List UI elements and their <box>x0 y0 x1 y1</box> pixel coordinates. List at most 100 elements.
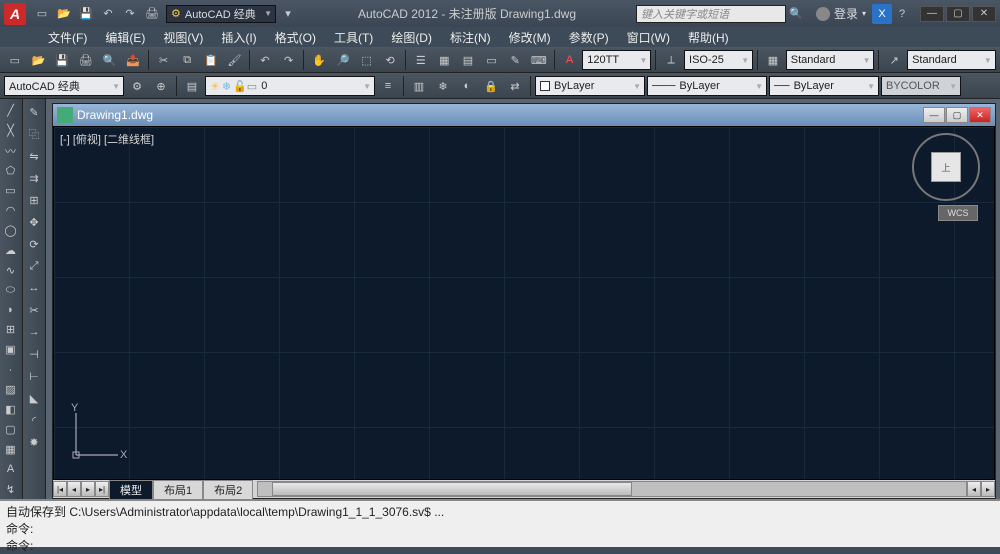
menu-window[interactable]: 窗口(W) <box>619 27 678 48</box>
scrollbar-thumb[interactable] <box>272 482 632 496</box>
menu-draw[interactable]: 绘图(D) <box>383 27 440 48</box>
region-icon[interactable]: ▢ <box>0 420 21 440</box>
workspace-settings-icon[interactable]: ⚙ <box>126 75 148 97</box>
move-icon[interactable]: ✥ <box>23 211 45 233</box>
menu-file[interactable]: 文件(F) <box>40 27 95 48</box>
line-icon[interactable]: ╱ <box>0 101 21 121</box>
paste-icon[interactable]: 📋 <box>200 49 222 71</box>
extend-icon[interactable]: → <box>23 321 45 343</box>
properties-icon[interactable]: ☰ <box>410 49 432 71</box>
rotate-icon[interactable]: ⟳ <box>23 233 45 255</box>
gradient-icon[interactable]: ◧ <box>0 400 21 420</box>
menu-modify[interactable]: 修改(M) <box>501 27 559 48</box>
insert-icon[interactable]: ⊞ <box>0 320 21 340</box>
close-button[interactable]: ✕ <box>972 6 996 22</box>
mtext-icon[interactable]: A <box>0 459 21 479</box>
layer-props-icon[interactable]: ▤ <box>181 75 203 97</box>
zoom-window-icon[interactable]: ⬚ <box>356 49 378 71</box>
undo-icon[interactable]: ↶ <box>98 4 118 24</box>
workspace-save-icon[interactable]: ⊕ <box>150 75 172 97</box>
tab-layout1[interactable]: 布局1 <box>153 480 203 499</box>
scale-icon[interactable]: ⤢ <box>23 255 45 277</box>
hatch-icon[interactable]: ▨ <box>0 380 21 400</box>
undo2-icon[interactable]: ↶ <box>254 49 276 71</box>
new-file-icon[interactable]: ▭ <box>4 49 26 71</box>
horizontal-scrollbar[interactable] <box>257 481 967 497</box>
color-select[interactable]: ByLayer <box>535 76 645 96</box>
menu-dimension[interactable]: 标注(N) <box>442 27 499 48</box>
pan-icon[interactable]: ✋ <box>308 49 330 71</box>
menu-help[interactable]: 帮助(H) <box>680 27 737 48</box>
save-icon[interactable]: 💾 <box>76 4 96 24</box>
dimstyle-icon[interactable]: ⟂ <box>660 49 682 71</box>
menu-edit[interactable]: 编辑(E) <box>97 27 153 48</box>
search-icon[interactable]: 🔍 <box>786 4 806 24</box>
array-icon[interactable]: ⊞ <box>23 189 45 211</box>
tab-model[interactable]: 模型 <box>109 480 153 499</box>
block-icon[interactable]: ▣ <box>0 340 21 360</box>
break-icon[interactable]: ⊣ <box>23 343 45 365</box>
layer-iso-icon[interactable]: ▥ <box>408 75 430 97</box>
textstyle-icon[interactable]: A <box>559 49 581 71</box>
view-label[interactable]: [-] [俯视] [二维线框] <box>60 131 154 147</box>
polyline-icon[interactable]: 〰 <box>0 141 21 161</box>
save-file-icon[interactable]: 💾 <box>51 49 73 71</box>
doc-close-button[interactable]: ✕ <box>969 107 991 123</box>
layer-off-icon[interactable]: ◐ <box>456 75 478 97</box>
copy2-icon[interactable]: ⿻ <box>23 123 45 145</box>
ellipse-icon[interactable]: ⬭ <box>0 280 21 300</box>
workspace-select[interactable]: ⚙ AutoCAD 经典 <box>166 5 276 23</box>
polygon-icon[interactable]: ⬠ <box>0 161 21 181</box>
tablestyle-icon[interactable]: ▦ <box>762 49 784 71</box>
tool-palettes-icon[interactable]: ▤ <box>457 49 479 71</box>
copy-icon[interactable]: ⧉ <box>176 49 198 71</box>
maximize-button[interactable]: ▢ <box>946 6 970 22</box>
markup-icon[interactable]: ✎ <box>504 49 526 71</box>
print-icon[interactable]: 🖨 <box>142 4 162 24</box>
point-icon[interactable]: · <box>0 360 21 380</box>
wcs-badge[interactable]: WCS <box>938 205 978 221</box>
tablestyle-select[interactable]: Standard <box>786 50 875 70</box>
minimize-button[interactable]: — <box>920 6 944 22</box>
stretch-icon[interactable]: ↔ <box>23 277 45 299</box>
viewcube-face[interactable]: 上 <box>931 152 961 182</box>
zoom-prev-icon[interactable]: ⟲ <box>379 49 401 71</box>
mirror-icon[interactable]: ⇋ <box>23 145 45 167</box>
menu-param[interactable]: 参数(P) <box>561 27 617 48</box>
tab-first-button[interactable]: |◂ <box>53 481 67 497</box>
search-input[interactable]: 键入关键字或短语 <box>636 5 786 23</box>
offset-icon[interactable]: ⇉ <box>23 167 45 189</box>
zoom-icon[interactable]: 🔎 <box>332 49 354 71</box>
open-file-icon[interactable]: 📂 <box>28 49 50 71</box>
exchange-icon[interactable]: X <box>872 4 892 24</box>
addselected-icon[interactable]: ↯ <box>0 479 21 499</box>
join-icon[interactable]: ⊢ <box>23 365 45 387</box>
workspace-select-2[interactable]: AutoCAD 经典 <box>4 76 124 96</box>
match-icon[interactable]: 🖌 <box>224 49 246 71</box>
scroll-right-button[interactable]: ▸ <box>981 481 995 497</box>
rectangle-icon[interactable]: ▭ <box>0 181 21 201</box>
viewcube[interactable]: 上 WCS <box>908 133 984 223</box>
redo2-icon[interactable]: ↷ <box>278 49 300 71</box>
cmd-prompt[interactable]: 命令: <box>6 537 994 554</box>
arc-icon[interactable]: ◠ <box>0 201 21 221</box>
plotstyle-select[interactable]: BYCOLOR <box>881 76 961 96</box>
plot-icon[interactable]: 🖨 <box>75 49 97 71</box>
document-titlebar[interactable]: Drawing1.dwg — ▢ ✕ <box>53 104 995 126</box>
command-window[interactable]: 自动保存到 C:\Users\Administrator\appdata\loc… <box>0 499 1000 547</box>
circle-icon[interactable]: ◯ <box>0 220 21 240</box>
spline-icon[interactable]: ∿ <box>0 260 21 280</box>
dimstyle-select[interactable]: ISO-25 <box>684 50 753 70</box>
redo-icon[interactable]: ↷ <box>120 4 140 24</box>
tab-next-button[interactable]: ▸ <box>81 481 95 497</box>
help-icon[interactable]: ? <box>892 4 912 24</box>
mleaderstyle-icon[interactable]: ↗ <box>883 49 905 71</box>
xline-icon[interactable]: ╳ <box>0 121 21 141</box>
tab-prev-button[interactable]: ◂ <box>67 481 81 497</box>
designcenter-icon[interactable]: ▦ <box>434 49 456 71</box>
ellipsearc-icon[interactable]: ◗ <box>0 300 21 320</box>
drawing-canvas[interactable]: [-] [俯视] [二维线框] X Y 上 WCS <box>53 126 995 480</box>
revcloud-icon[interactable]: ☁ <box>0 240 21 260</box>
tab-last-button[interactable]: ▸| <box>95 481 109 497</box>
doc-maximize-button[interactable]: ▢ <box>946 107 968 123</box>
